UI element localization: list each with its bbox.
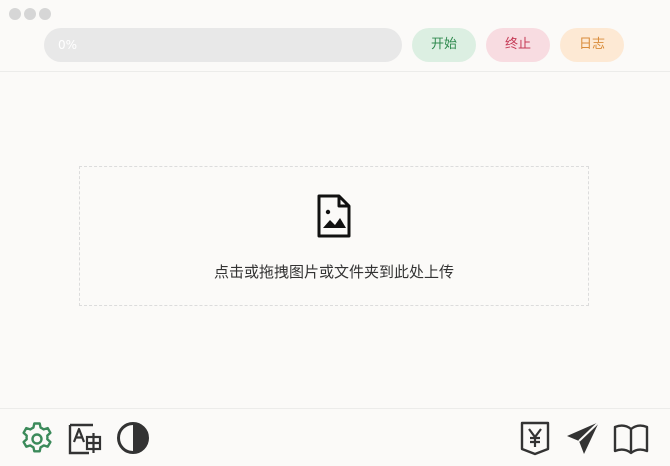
start-button[interactable]: 开始 [412, 28, 476, 62]
font-size-icon[interactable] [67, 420, 103, 456]
book-icon[interactable] [613, 420, 649, 456]
log-button[interactable]: 日志 [560, 28, 624, 62]
gear-icon[interactable] [19, 420, 55, 456]
yuan-download-icon[interactable] [517, 420, 553, 456]
maximize-window-button[interactable] [39, 8, 51, 20]
image-file-icon [316, 194, 352, 238]
progress-label: 0% [58, 38, 78, 52]
contrast-icon[interactable] [115, 420, 151, 456]
top-bar: 0% 开始 终止 日志 [0, 0, 670, 72]
upload-prompt: 点击或拖拽图片或文件夹到此处上传 [213, 263, 454, 281]
window-controls [9, 8, 51, 20]
stop-button[interactable]: 终止 [486, 28, 550, 62]
bottom-toolbar [0, 408, 670, 466]
progress-bar: 0% [44, 28, 402, 62]
minimize-window-button[interactable] [24, 8, 36, 20]
upload-drop-zone[interactable]: 点击或拖拽图片或文件夹到此处上传 [79, 166, 589, 306]
close-window-button[interactable] [9, 8, 21, 20]
send-icon[interactable] [565, 420, 601, 456]
